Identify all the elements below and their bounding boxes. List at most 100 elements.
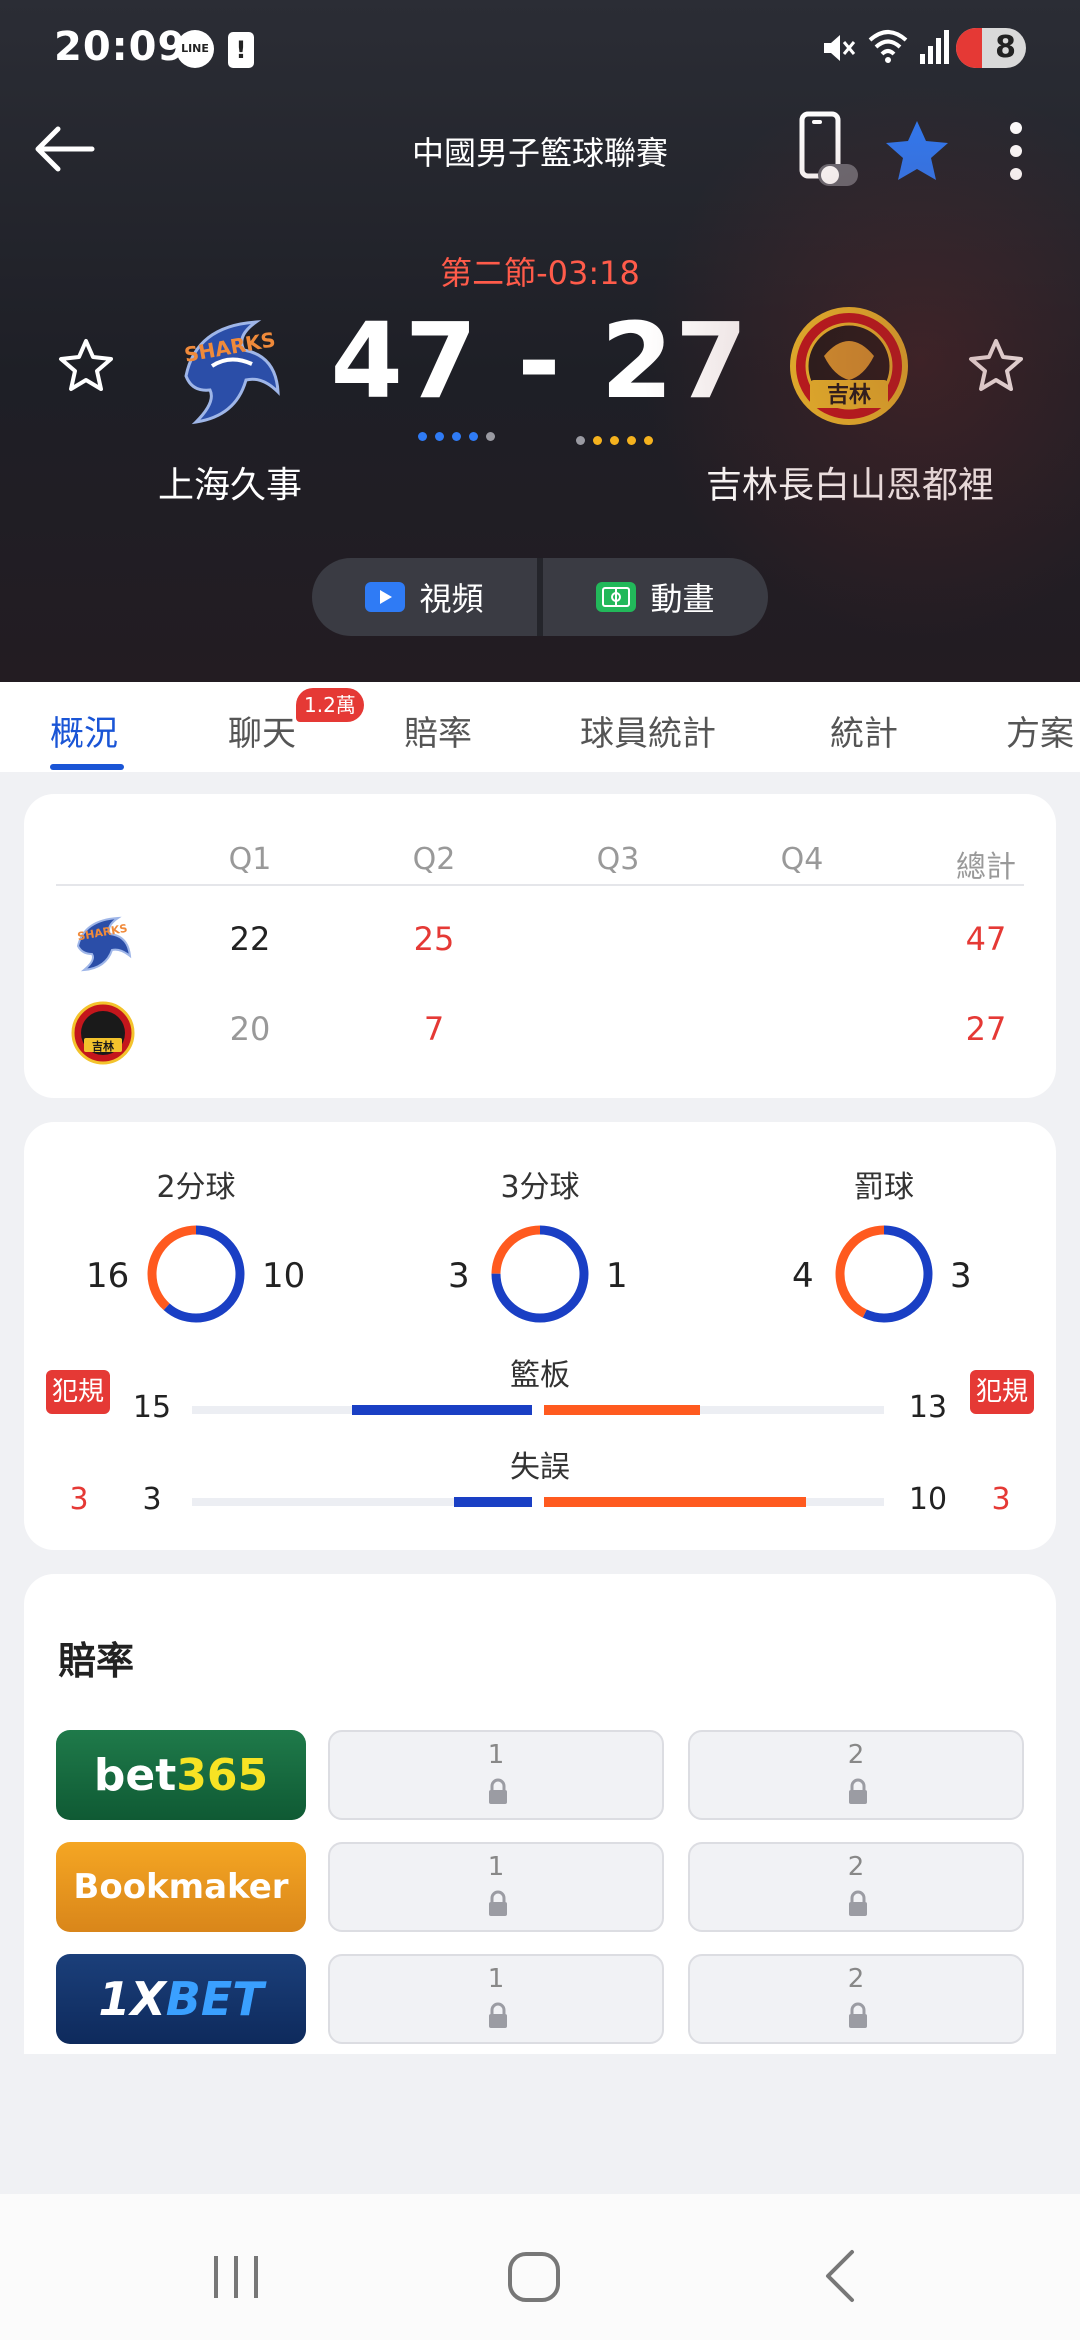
home-q1: 22 [229,920,271,958]
free-throw-home: 4 [792,1256,814,1296]
header-q3: Q3 [596,842,640,877]
home-total: 47 [965,920,1007,958]
1xbet-logo[interactable]: 1X BET [56,1954,306,2044]
status-time: 20:09 [54,24,187,70]
recent-apps-icon[interactable] [196,2236,276,2316]
away-team-name[interactable]: 吉林長白山恩都裡 [690,456,1010,508]
bet365-label: 365 [176,1749,269,1801]
svg-text:吉林: 吉林 [92,1039,114,1053]
odd-option[interactable]: 2 [688,1730,1024,1820]
tab-player-stats[interactable]: 球員統計 [580,706,716,755]
three-point-donut [491,1225,589,1323]
lock-icon [849,1778,867,1804]
three-point-label: 3分球 [500,1170,580,1205]
odd-option[interactable]: 2 [688,1954,1024,2044]
tab-stats[interactable]: 統計 [830,706,898,755]
animation-label: 動畫 [650,580,715,618]
match-header: 20:09 LINE ! 8 中國男子籃球聯賽 第二節-03:18 47 - 2… [0,0,1080,682]
rebounds-label: 籃板 [510,1358,570,1393]
two-point-label: 2分球 [156,1170,236,1205]
home-team-logo[interactable]: SHARKS [166,306,296,436]
turnovers-away: 10 [908,1482,948,1517]
divider [56,884,1024,886]
lock-icon [849,1890,867,1916]
bookmaker-logo[interactable]: Bookmaker [56,1842,306,1932]
two-point-away: 10 [262,1256,306,1296]
tab-odds[interactable]: 賠率 [404,706,472,755]
home-fouls-count: 3 [69,1482,89,1517]
rebounds-home-bar [352,1405,532,1415]
turnovers-label: 失誤 [510,1450,570,1485]
odd-option-label: 1 [487,1852,505,1882]
line-app-icon: LINE [176,30,214,68]
header-q2: Q2 [412,842,456,877]
odds-card: 賠率 bet 365 1 2 Bookmaker 1 2 1X BET 1 2 [24,1574,1056,2054]
away-team-logo[interactable]: 吉林 [784,306,914,436]
odd-option[interactable]: 1 [328,1730,664,1820]
video-button[interactable]: 視頻 [312,558,537,636]
more-menu-icon[interactable] [996,116,1036,186]
away-team-small-logo: 吉林 [71,1001,135,1065]
alert-icon: ! [228,32,254,68]
lock-icon [849,2002,867,2028]
rebounds-away: 13 [908,1390,948,1425]
chat-count-badge: 1.2萬 [296,688,364,722]
home-team-small-logo: SHARKS [76,916,132,972]
header-q1: Q1 [228,842,272,877]
away-q2: 7 [423,1010,445,1048]
home-icon[interactable] [494,2236,574,2316]
odd-option[interactable]: 2 [688,1842,1024,1932]
home-team-name[interactable]: 上海久事 [130,456,330,508]
animation-button[interactable]: 動畫 [543,558,768,636]
odd-option-label: 2 [847,1964,865,1994]
turnovers-home: 3 [142,1482,162,1517]
team-stats-card: 2分球 16 10 3分球 3 1 罰球 4 3 籃板 犯規 15 13 犯規 … [24,1122,1056,1550]
turnovers-away-bar [544,1497,806,1507]
rebounds-home: 15 [132,1390,172,1425]
bet365-logo[interactable]: bet 365 [56,1730,306,1820]
rebounds-away-bar [544,1405,700,1415]
tab-plans[interactable]: 方案 [1006,706,1074,755]
odd-option[interactable]: 1 [328,1842,664,1932]
tab-overview[interactable]: 概況 [50,706,118,755]
home-fouls-tag: 犯規 [46,1370,110,1414]
odds-title: 賠率 [58,1639,135,1683]
odd-option-label: 1 [487,1740,505,1770]
tab-chat[interactable]: 聊天 [228,706,296,755]
video-label: 視頻 [419,580,484,618]
odd-option[interactable]: 1 [328,1954,664,2044]
free-throw-away: 3 [950,1256,972,1296]
court-icon [596,582,637,612]
media-switch: 視頻 動畫 [312,558,768,636]
league-title: 中國男子籃球聯賽 [411,134,668,172]
favorite-star-icon[interactable] [882,116,952,186]
lock-icon [489,1890,507,1916]
free-throw-label: 罰球 [854,1170,914,1205]
match-score: 47 - 27 [330,300,750,422]
wifi-icon [868,30,908,63]
top-nav: 中國男子籃球聯賽 [0,100,1080,200]
two-point-donut [147,1225,245,1323]
away-total: 27 [965,1010,1007,1048]
home-follow-star-icon[interactable] [56,336,116,396]
status-bar: 20:09 LINE ! 8 [0,0,1080,100]
tab-bar: 概況 聊天 賠率 球員統計 統計 方案 [0,682,1080,772]
away-fouls-count: 3 [991,1482,1011,1517]
two-point-home: 16 [86,1256,130,1296]
away-follow-star-icon[interactable] [966,336,1026,396]
svg-text:吉林: 吉林 [827,382,871,408]
odd-option-label: 2 [847,1740,865,1770]
free-throw-donut [835,1225,933,1323]
lock-icon [489,1778,507,1804]
period-clock: 第二節-03:18 [440,254,640,292]
signal-icon [920,30,949,64]
odd-option-label: 1 [487,1964,505,1994]
back-nav-icon[interactable] [800,2236,880,2316]
home-timeout-dots [418,432,495,441]
header-q4: Q4 [780,842,824,877]
lock-icon [489,2002,507,2028]
battery-indicator: 8 [956,28,1026,68]
mute-icon [824,35,856,61]
phone-toggle-icon[interactable] [796,110,860,190]
three-point-home: 3 [448,1256,470,1296]
